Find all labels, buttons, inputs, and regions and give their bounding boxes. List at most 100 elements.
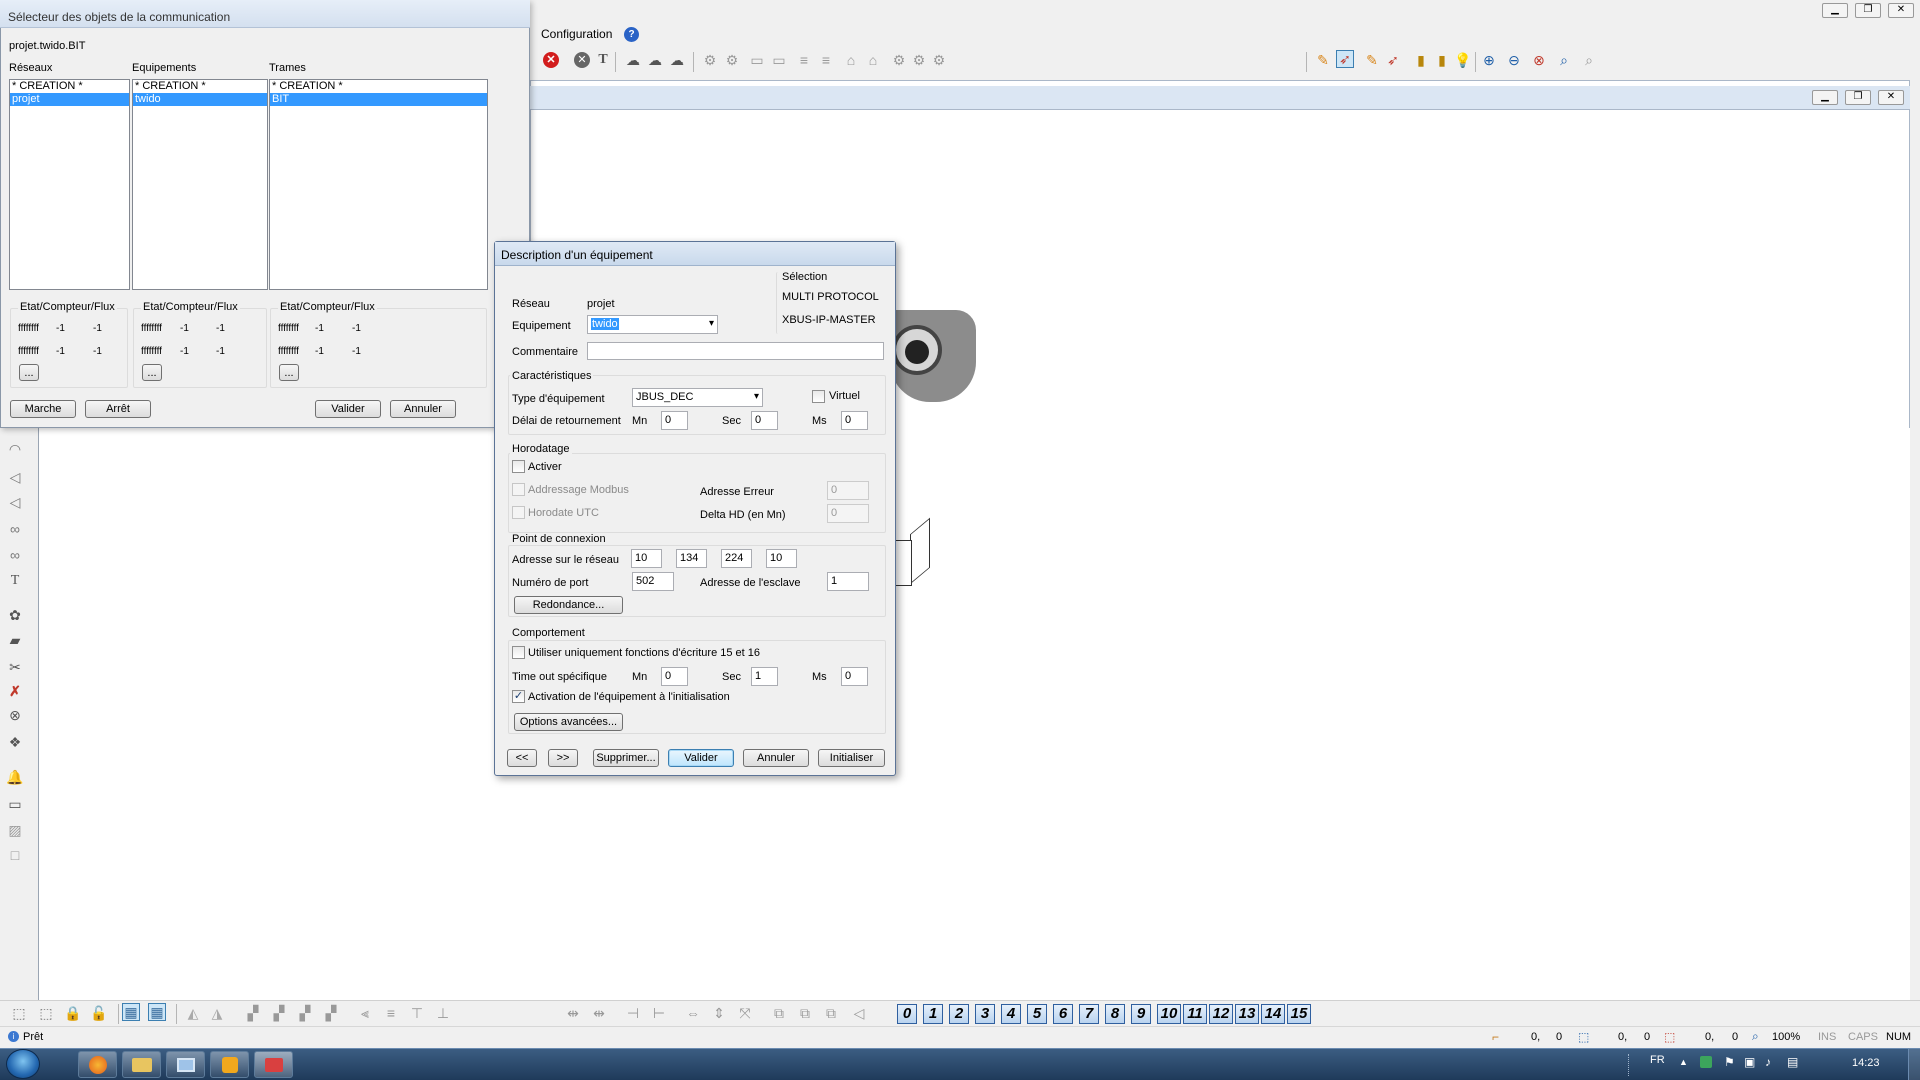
zoom-reset-icon[interactable]: ⊗ bbox=[1530, 51, 1548, 69]
layer-4[interactable]: 4 bbox=[1001, 1004, 1021, 1024]
list-item[interactable]: * CREATION * bbox=[270, 80, 487, 93]
list-item[interactable]: BIT bbox=[270, 93, 487, 106]
network-icon[interactable]: ▣ bbox=[1744, 1055, 1755, 1069]
gear-2-icon[interactable]: ⚙ bbox=[910, 51, 928, 69]
box-drawing[interactable] bbox=[894, 517, 932, 590]
shape-tool-icon[interactable]: ☁ bbox=[624, 51, 642, 69]
layer-11[interactable]: 11 bbox=[1183, 1004, 1207, 1024]
rocket-icon[interactable]: ➶ bbox=[1336, 50, 1354, 68]
circle-x-icon[interactable]: ⊗ bbox=[6, 706, 24, 724]
pump-icon[interactable]: ▰ bbox=[6, 631, 24, 649]
taskbar-app-orange[interactable] bbox=[210, 1051, 249, 1078]
taskbar-remote[interactable] bbox=[166, 1051, 205, 1078]
unlock-icon[interactable]: 🔓 bbox=[90, 1004, 108, 1022]
space-icon[interactable]: ⊣ bbox=[624, 1004, 642, 1022]
networks-more-button[interactable]: ... bbox=[19, 364, 39, 381]
cancel-button[interactable]: Annuler bbox=[743, 749, 809, 767]
lock-icon[interactable]: 🔒 bbox=[64, 1004, 82, 1022]
delete-button[interactable]: Supprimer... bbox=[593, 749, 659, 767]
bulb-icon[interactable]: 💡 bbox=[1454, 51, 1472, 69]
cancel-circle-icon[interactable]: ✕ bbox=[573, 51, 591, 69]
house-2-icon[interactable]: ⌂ bbox=[864, 51, 882, 69]
zoom-window-icon[interactable]: ⌕ bbox=[1555, 51, 1573, 69]
anim-icon[interactable]: ⚙ bbox=[701, 51, 719, 69]
equipment-select[interactable]: twido ▾ bbox=[587, 315, 718, 334]
shape-tool-2-icon[interactable]: ☁ bbox=[646, 51, 664, 69]
selector-validate-button[interactable]: Valider bbox=[315, 400, 381, 418]
help-icon[interactable]: ? bbox=[624, 27, 639, 42]
stop-icon[interactable]: ✕ bbox=[542, 51, 560, 69]
display-icon[interactable]: ▭ bbox=[6, 795, 24, 813]
networks-list[interactable]: * CREATION * projet bbox=[9, 79, 130, 290]
write-only-checkbox[interactable] bbox=[512, 646, 525, 659]
advanced-options-button[interactable]: Options avancées... bbox=[514, 713, 623, 731]
gear-3-icon[interactable]: ⚙ bbox=[930, 51, 948, 69]
ungroup-icon[interactable]: ⧉ bbox=[796, 1004, 814, 1022]
layer-2[interactable]: 2 bbox=[949, 1004, 969, 1024]
bell-icon[interactable]: 🔔 bbox=[6, 768, 24, 786]
flip-icon[interactable]: ◭ bbox=[184, 1004, 202, 1022]
layer-15[interactable]: 15 bbox=[1287, 1004, 1311, 1024]
house-icon[interactable]: ⌂ bbox=[842, 51, 860, 69]
init-checkbox[interactable]: ✓ bbox=[512, 690, 525, 703]
initialize-button[interactable]: Initialiser bbox=[818, 749, 885, 767]
rect-icon[interactable]: ▭ bbox=[748, 51, 766, 69]
taskbar-firefox[interactable] bbox=[78, 1051, 117, 1078]
drawing-canvas[interactable] bbox=[38, 428, 1910, 1000]
activate-checkbox[interactable] bbox=[512, 460, 525, 473]
timeout-mn-field[interactable]: 0 bbox=[661, 667, 688, 686]
size-2-icon[interactable]: ⇕ bbox=[710, 1004, 728, 1022]
gear-icon[interactable]: ⚙ bbox=[890, 51, 908, 69]
ip-octet-1[interactable]: 10 bbox=[631, 549, 662, 568]
mdi-restore-button[interactable]: ❐ bbox=[1845, 90, 1871, 105]
align-left-icon[interactable]: ⫷ bbox=[356, 1004, 374, 1022]
layer-14[interactable]: 14 bbox=[1261, 1004, 1285, 1024]
ellipse-2-icon[interactable]: ∞ bbox=[6, 546, 24, 564]
type-select[interactable]: JBUS_DEC ▾ bbox=[632, 388, 763, 407]
delta-field[interactable]: 0 bbox=[827, 504, 869, 523]
layer-13[interactable]: 13 bbox=[1235, 1004, 1259, 1024]
ellipse-icon[interactable]: ∞ bbox=[6, 520, 24, 538]
shape-tool-3-icon[interactable]: ☁ bbox=[668, 51, 686, 69]
align-top-icon[interactable]: ⊤ bbox=[408, 1004, 426, 1022]
app-restore-button[interactable]: ❐ bbox=[1855, 3, 1881, 18]
ip-octet-3[interactable]: 224 bbox=[721, 549, 752, 568]
layer-7[interactable]: 7 bbox=[1079, 1004, 1099, 1024]
timeout-ms-field[interactable]: 0 bbox=[841, 667, 868, 686]
order-icon[interactable]: ▞ bbox=[244, 1004, 262, 1022]
chevron-down-icon[interactable]: ▾ bbox=[754, 389, 759, 404]
triangle-icon[interactable]: ◁ bbox=[6, 468, 24, 486]
ip-octet-4[interactable]: 10 bbox=[766, 549, 797, 568]
select-icon[interactable]: ⬚ bbox=[10, 1004, 28, 1022]
select-2-icon[interactable]: ⬚ bbox=[37, 1004, 55, 1022]
layer-5[interactable]: 5 bbox=[1027, 1004, 1047, 1024]
list-item[interactable]: twido bbox=[133, 93, 267, 106]
ip-octet-2[interactable]: 134 bbox=[676, 549, 707, 568]
app-minimize-button[interactable]: ▁ bbox=[1822, 3, 1848, 18]
zoom-in-icon[interactable]: ⊕ bbox=[1480, 51, 1498, 69]
layer-12[interactable]: 12 bbox=[1209, 1004, 1233, 1024]
group-icon[interactable]: ⧉ bbox=[770, 1004, 788, 1022]
start-button[interactable]: Marche bbox=[10, 400, 76, 418]
distribute-icon[interactable]: ⇹ bbox=[564, 1004, 582, 1022]
text-icon[interactable]: T bbox=[6, 572, 24, 590]
comment-field[interactable] bbox=[587, 342, 884, 360]
layer-3[interactable]: 3 bbox=[975, 1004, 995, 1024]
zoom-fit-icon[interactable]: ⌕ bbox=[1580, 51, 1598, 69]
rect-2-icon[interactable]: ▭ bbox=[770, 51, 788, 69]
image-icon[interactable]: ▨ bbox=[6, 821, 24, 839]
language-indicator[interactable]: FR bbox=[1650, 1054, 1665, 1066]
app-close-button[interactable]: ✕ bbox=[1888, 3, 1914, 18]
arc-icon[interactable]: ◠ bbox=[6, 440, 24, 458]
selector-cancel-button[interactable]: Annuler bbox=[390, 400, 456, 418]
delay-ms-field[interactable]: 0 bbox=[841, 411, 868, 430]
layer-10[interactable]: 10 bbox=[1157, 1004, 1181, 1024]
align-bottom-icon[interactable]: ⊥ bbox=[434, 1004, 452, 1022]
layer-8[interactable]: 8 bbox=[1105, 1004, 1125, 1024]
size-icon[interactable]: ⇔ bbox=[684, 1004, 702, 1022]
order-4-icon[interactable]: ▞ bbox=[322, 1004, 340, 1022]
book-2-icon[interactable]: ▮ bbox=[1433, 51, 1451, 69]
layer-0[interactable]: 0 bbox=[897, 1004, 917, 1024]
square-icon[interactable]: □ bbox=[6, 846, 24, 864]
tray-device-icon[interactable]: ▤ bbox=[1787, 1055, 1798, 1069]
